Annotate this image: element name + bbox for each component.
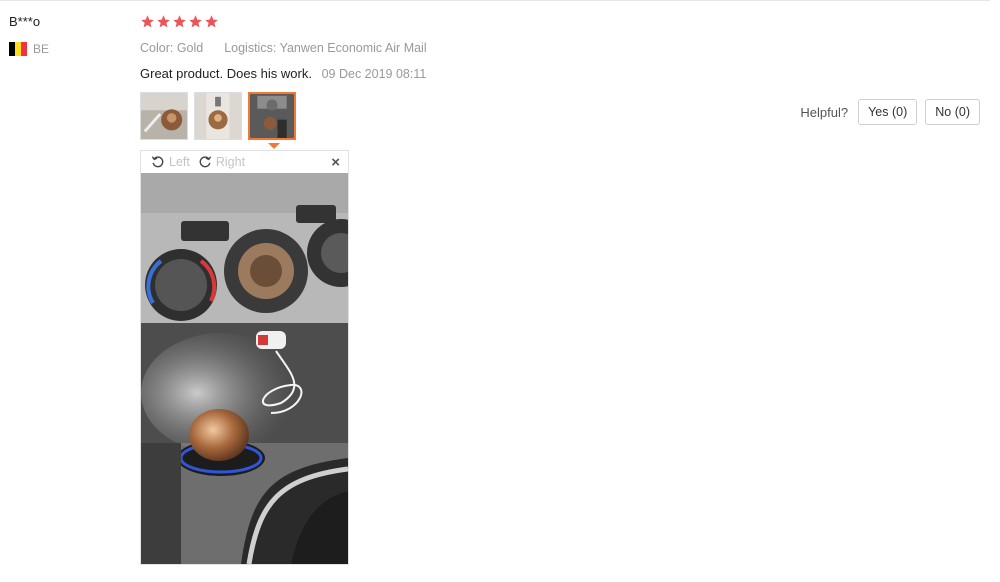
- star-icon: [189, 15, 202, 28]
- star-icon: [157, 15, 170, 28]
- review-photo-thumbnail[interactable]: [140, 92, 188, 140]
- rotate-left-icon: [151, 156, 164, 168]
- review-photo-thumbnail-active[interactable]: [248, 92, 296, 140]
- review-body: Great product. Does his work. 09 Dec 201…: [140, 66, 426, 81]
- logistics-label: Logistics:: [224, 41, 277, 55]
- helpful-label: Helpful?: [800, 104, 849, 120]
- top-divider: [0, 0, 990, 1]
- logistics-value: Yanwen Economic Air Mail: [279, 41, 427, 55]
- reviewer-name: B***o: [9, 14, 41, 29]
- order-meta: Color: Gold Logistics: Yanwen Economic A…: [140, 41, 427, 55]
- photo-viewer-toolbar: Left Right ×: [141, 151, 348, 173]
- review-photo-thumbnails: [140, 92, 296, 140]
- review-photo-thumbnail[interactable]: [194, 92, 242, 140]
- star-rating: [140, 14, 219, 29]
- rotate-right-button[interactable]: Right: [198, 155, 245, 169]
- helpful-yes-button[interactable]: Yes (0): [858, 99, 918, 125]
- star-icon: [205, 15, 218, 28]
- active-thumbnail-caret: [268, 143, 280, 149]
- helpful-no-button[interactable]: No (0): [925, 99, 980, 125]
- reviewer-country: BE: [9, 42, 49, 56]
- close-icon[interactable]: ×: [331, 154, 340, 171]
- rotate-right-icon: [199, 156, 212, 168]
- helpful-vote: Helpful? Yes (0) No (0): [800, 99, 980, 125]
- rotate-left-label: Left: [169, 155, 190, 169]
- review-text: Great product. Does his work.: [140, 66, 312, 81]
- color-label: Color:: [140, 41, 174, 55]
- review-date: 09 Dec 2019 08:11: [321, 67, 427, 81]
- country-code: BE: [33, 42, 50, 56]
- star-icon: [173, 15, 186, 28]
- color-value: Gold: [176, 41, 204, 55]
- photo-viewer: Left Right ×: [140, 150, 349, 565]
- review-photo-large: [141, 173, 348, 564]
- belgium-flag-icon: [9, 42, 27, 56]
- star-icon: [141, 15, 154, 28]
- rotate-right-label: Right: [215, 155, 246, 169]
- rotate-left-button[interactable]: Left: [151, 155, 190, 169]
